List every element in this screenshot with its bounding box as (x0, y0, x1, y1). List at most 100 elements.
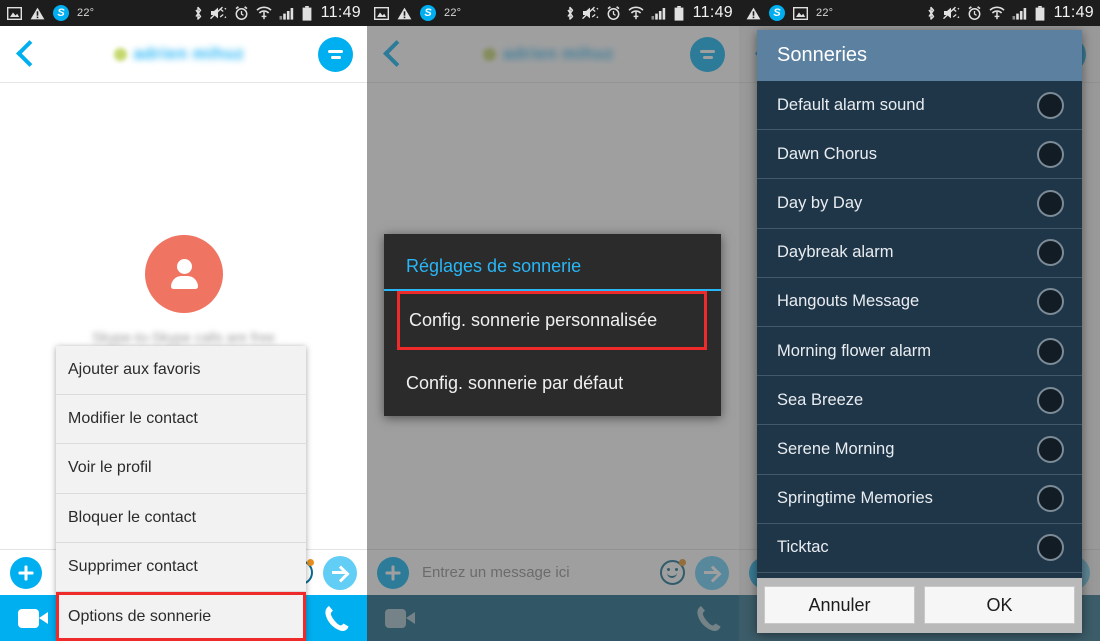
list-item[interactable]: Day by Day (757, 179, 1082, 229)
three-panel-screenshot: S 22° 11:49 adrien mihuz Skype-to-Skype … (0, 0, 1100, 641)
contact-name: adrien mihuz (133, 44, 245, 63)
menu-item-voir-le-profil[interactable]: Voir le profil (56, 444, 306, 494)
video-call-icon[interactable] (18, 608, 48, 628)
clock-label: 11:49 (692, 4, 733, 21)
list-item[interactable]: Default alarm sound (757, 81, 1082, 131)
person-icon (167, 257, 201, 291)
list-item[interactable]: Hangouts Message (757, 278, 1082, 327)
signal-icon (651, 7, 667, 20)
alarm-icon (606, 6, 621, 20)
panel-contact-menu: S 22° 11:49 adrien mihuz Skype-to-Skype … (0, 0, 367, 641)
menu-item-bloquer-le-contact[interactable]: Bloquer le contact (56, 494, 306, 543)
back-button[interactable] (14, 39, 40, 69)
temperature-label: 22° (77, 7, 95, 19)
ringtone-label: Day by Day (777, 193, 863, 212)
phone-call-icon[interactable] (323, 605, 349, 632)
battery-icon (674, 5, 684, 21)
radio-button[interactable] (1037, 91, 1064, 119)
ringtone-picker-dialog: Sonneries Default alarm sound Dawn Choru… (757, 30, 1082, 633)
skype-icon: S (53, 5, 69, 21)
battery-icon (1035, 5, 1045, 21)
ringtone-label: Dawn Chorus (777, 144, 877, 163)
list-item[interactable]: Dawn Chorus (757, 130, 1082, 180)
panel-ringtone-settings-dialog: S 22° 11:49 Entrez un message ici Réglag… (367, 0, 739, 641)
presence-dot (113, 47, 127, 61)
menu-item-modifier-le-contact[interactable]: Modifier le contact (56, 395, 306, 445)
dialog-title: Sonneries (757, 30, 1082, 81)
clock-label: 11:49 (1053, 4, 1094, 21)
menu-line (330, 55, 341, 59)
vibrate-mute-icon (942, 6, 960, 20)
dialog-option-config-sonnerie-par-defaut[interactable]: Config. sonnerie par défaut (384, 350, 721, 416)
list-item[interactable]: Daybreak alarm (757, 229, 1082, 278)
alarm-icon (967, 6, 982, 20)
radio-button[interactable] (1037, 189, 1064, 217)
chat-header: adrien mihuz (0, 26, 367, 83)
signal-icon (1012, 7, 1028, 20)
ringtone-list[interactable]: Default alarm sound Dawn Chorus Day by D… (757, 81, 1082, 578)
status-bar-right-icons: 11:49 (565, 4, 733, 22)
status-bar-left-icons: S 22° (374, 5, 461, 21)
wifi-icon (256, 6, 272, 20)
radio-button[interactable] (1037, 337, 1064, 365)
ringtone-settings-dialog: Réglages de sonnerie Config. sonnerie pe… (384, 234, 721, 416)
warning-icon (397, 7, 412, 20)
list-item[interactable]: Ticktac (757, 524, 1082, 573)
radio-button[interactable] (1037, 239, 1064, 267)
list-item[interactable]: Sea Breeze (757, 376, 1082, 426)
cancel-button[interactable]: Annuler (764, 586, 915, 624)
avatar-area: Skype-to-Skype calls are free (0, 235, 367, 345)
alarm-icon (234, 6, 249, 20)
radio-button[interactable] (1037, 140, 1064, 168)
avatar (144, 235, 223, 313)
status-bar-right-icons: 11:49 (926, 4, 1094, 22)
radio-button[interactable] (1037, 435, 1064, 463)
wifi-icon (628, 6, 644, 20)
radio-button[interactable] (1037, 288, 1064, 316)
radio-button[interactable] (1037, 386, 1064, 414)
status-bar-left-icons: S 22° (746, 5, 833, 21)
chat-menu-button[interactable] (318, 36, 353, 72)
add-attachment-button[interactable] (10, 556, 42, 589)
list-item-partial[interactable] (757, 573, 1082, 578)
ringtone-label: Springtime Memories (777, 489, 933, 508)
menu-line (328, 49, 343, 53)
dialog-option-config-sonnerie-personnalisee[interactable]: Config. sonnerie personnalisée (397, 291, 707, 350)
list-item[interactable]: Morning flower alarm (757, 327, 1082, 377)
menu-item-supprimer-contact[interactable]: Supprimer contact (56, 543, 306, 592)
ok-button[interactable]: OK (924, 586, 1075, 624)
radio-button[interactable] (1037, 485, 1064, 513)
contact-context-menu: Ajouter aux favoris Modifier le contact … (56, 346, 306, 641)
status-bar: S 22° 11:49 (739, 0, 1100, 26)
status-bar: S 22° 11:49 (0, 0, 367, 26)
warning-icon (746, 7, 761, 20)
vibrate-mute-icon (209, 6, 227, 20)
dialog-title: Réglages de sonnerie (384, 234, 721, 291)
status-bar-right-icons: 11:49 (193, 4, 361, 22)
battery-icon (302, 5, 312, 21)
list-item[interactable]: Springtime Memories (757, 475, 1082, 524)
ringtone-label: Default alarm sound (777, 95, 925, 114)
contact-title-group: adrien mihuz (40, 44, 318, 64)
status-bar: S 22° 11:49 (367, 0, 739, 26)
dialog-actions: Annuler OK (757, 578, 1082, 633)
ringtone-label: Serene Morning (777, 439, 895, 458)
image-icon (793, 6, 808, 20)
ringtone-label: Hangouts Message (777, 292, 920, 311)
radio-button[interactable] (1037, 534, 1064, 562)
wifi-icon (989, 6, 1005, 20)
send-button[interactable] (323, 555, 357, 590)
image-icon (7, 6, 22, 20)
ringtone-label: Ticktac (777, 538, 829, 557)
list-item[interactable]: Serene Morning (757, 425, 1082, 475)
bluetooth-icon (193, 6, 203, 21)
image-icon (374, 6, 389, 20)
menu-item-ajouter-aux-favoris[interactable]: Ajouter aux favoris (56, 346, 306, 396)
clock-label: 11:49 (320, 4, 361, 21)
vibrate-mute-icon (581, 6, 599, 20)
ringtone-label: Daybreak alarm (777, 243, 894, 262)
temperature-label: 22° (816, 7, 834, 19)
avatar-subtitle: Skype-to-Skype calls are free (92, 329, 275, 345)
menu-item-options-de-sonnerie[interactable]: Options de sonnerie (56, 591, 306, 641)
warning-icon (30, 7, 45, 20)
